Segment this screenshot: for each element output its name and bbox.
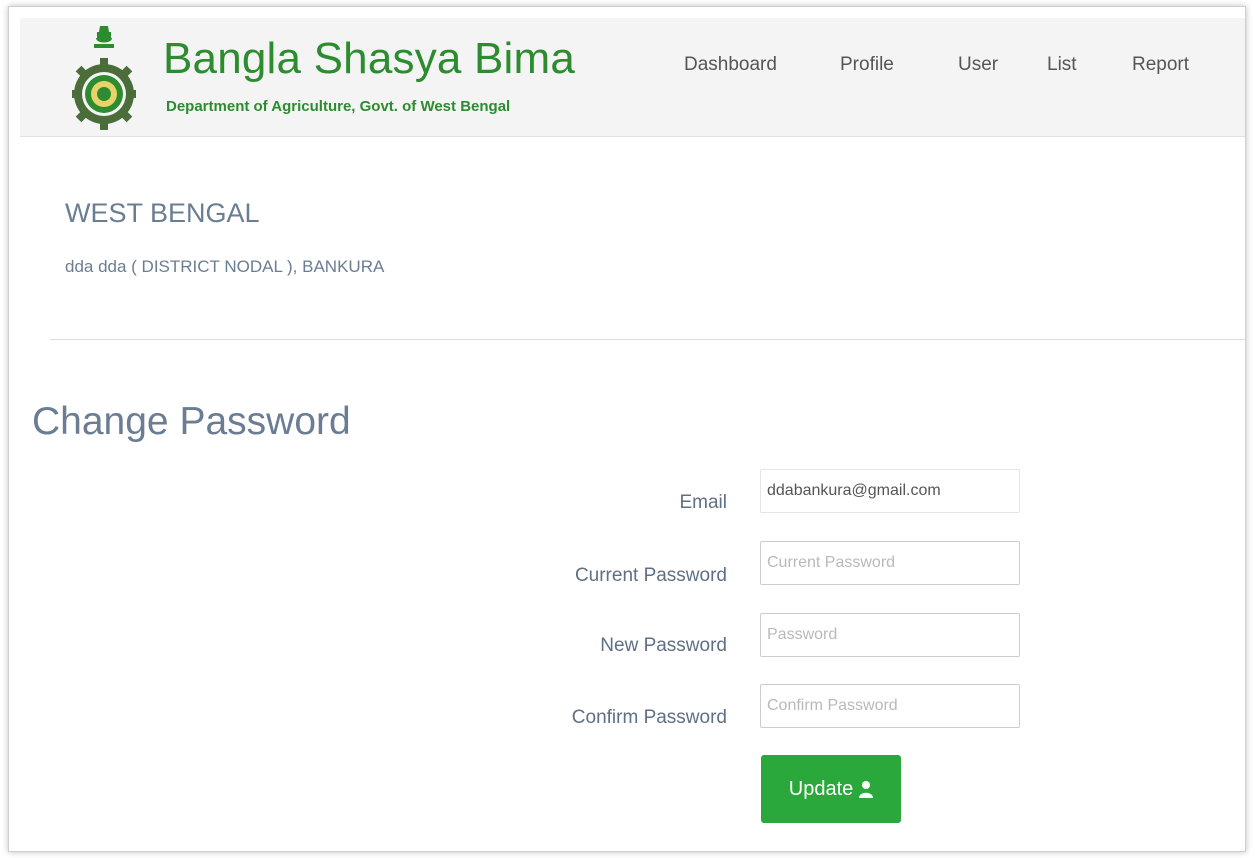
new-password-field[interactable]	[760, 613, 1020, 657]
update-button-label: Update	[788, 777, 854, 800]
nav-dashboard[interactable]: Dashboard	[684, 54, 777, 76]
page-title: Change Password	[32, 400, 351, 443]
nav-user[interactable]: User	[958, 54, 998, 76]
nav-report[interactable]: Report	[1132, 54, 1189, 76]
confirm-password-label: Confirm Password	[571, 707, 727, 728]
new-password-label: New Password	[600, 635, 727, 656]
email-label: Email	[679, 492, 727, 513]
email-field[interactable]	[760, 469, 1020, 513]
current-password-label: Current Password	[574, 565, 727, 586]
current-password-field[interactable]	[760, 541, 1020, 585]
user-icon	[859, 780, 874, 798]
nav-profile[interactable]: Profile	[840, 54, 894, 76]
brand-subtitle: Department of Agriculture, Govt. of West…	[166, 98, 511, 115]
state-name: WEST BENGAL	[65, 198, 260, 228]
update-button[interactable]: Update	[761, 755, 901, 823]
west-bengal-emblem-icon[interactable]	[68, 24, 140, 132]
brand-title[interactable]: Bangla Shasya Bima	[163, 34, 575, 84]
confirm-password-field[interactable]	[760, 684, 1020, 728]
section-divider	[50, 339, 1245, 340]
header-navbar: Bangla Shasya Bima Department of Agricul…	[20, 18, 1245, 137]
user-role-line: dda dda ( DISTRICT NODAL ), BANKURA	[65, 257, 385, 276]
nav-list[interactable]: List	[1047, 54, 1077, 76]
